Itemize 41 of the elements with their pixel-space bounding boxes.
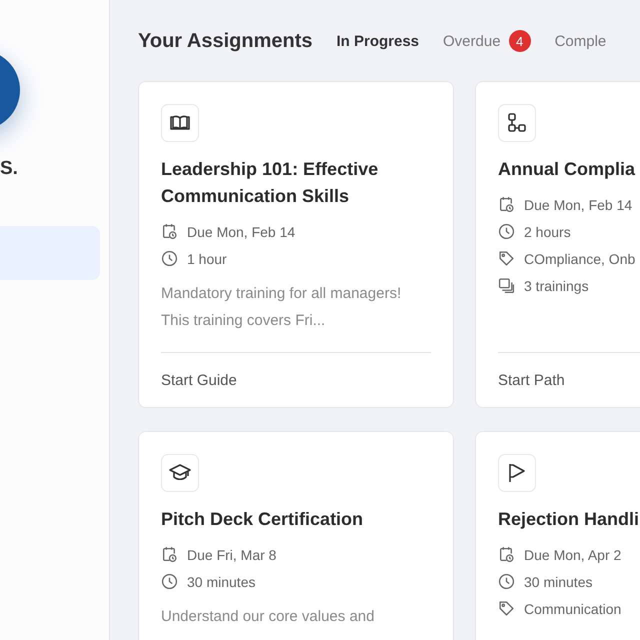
meta-text: Due Mon, Feb 14 [524, 196, 632, 212]
assignment-card[interactable]: Pitch Deck Certification Due Fri, Mar 8 30 minutes Understand our core values and [138, 431, 454, 640]
calendar-clock-icon [498, 196, 515, 213]
tab[interactable]: In Progress [336, 32, 420, 50]
user-name: S. [0, 158, 18, 180]
tab[interactable]: Comple [554, 32, 606, 50]
meta-text: 1 hour [187, 250, 227, 266]
tag-icon [498, 600, 515, 617]
clock-icon [161, 573, 178, 590]
clock-icon [498, 573, 515, 590]
meta-text: 30 minutes [187, 574, 256, 590]
clock-icon [498, 223, 515, 240]
card-description: Understand our core values and [161, 607, 376, 627]
meta-text: Due Mon, Feb 14 [187, 224, 296, 240]
meta-text: Communication [524, 600, 622, 616]
page-title: Your Assignments [138, 30, 312, 52]
start-link[interactable]: Start Path [498, 372, 565, 388]
meta-text: 30 minutes [524, 574, 592, 590]
card-title: Leadership 101: Effective Communication Skills [161, 158, 380, 208]
meta-text: 2 hours [524, 224, 571, 240]
assignment-card[interactable]: Leadership 101: Effective Communication Skills Due Mon, Feb 14 1 hour Mandatory training for all managers! This training covers Fri... Start Guide [138, 81, 454, 408]
assignment-card[interactable]: Rejection Handli Due Mon, Apr 2 30 minutes Communication [475, 431, 640, 640]
calendar-clock-icon [161, 546, 178, 563]
meta-text: Due Mon, Apr 2 [524, 546, 622, 562]
card-description: Mandatory training for all managers! This training covers Fri... [161, 284, 402, 331]
calendar-clock-icon [161, 223, 178, 240]
start-link[interactable]: Start Guide [161, 372, 237, 388]
tab[interactable]: Overdue [443, 32, 501, 50]
calendar-clock-icon [498, 546, 515, 563]
assignment-card[interactable]: Annual Complia Due Mon, Feb 14 2 hours COmpliance, Onb 3 trainings Start Path [475, 81, 640, 408]
meta-text: 3 trainings [524, 278, 589, 294]
meta-text: Due Fri, Mar 8 [187, 546, 276, 562]
clock-icon [161, 250, 178, 267]
card-title: Annual Complia [498, 158, 636, 181]
tag-icon [498, 250, 515, 267]
stack-icon [498, 277, 515, 294]
count-badge: 4 [508, 30, 531, 52]
card-title: Pitch Deck Certification [161, 508, 364, 531]
card-title: Rejection Handli [498, 508, 640, 531]
flowchart-icon [505, 111, 529, 135]
meta-text: COmpliance, Onb [524, 250, 636, 266]
